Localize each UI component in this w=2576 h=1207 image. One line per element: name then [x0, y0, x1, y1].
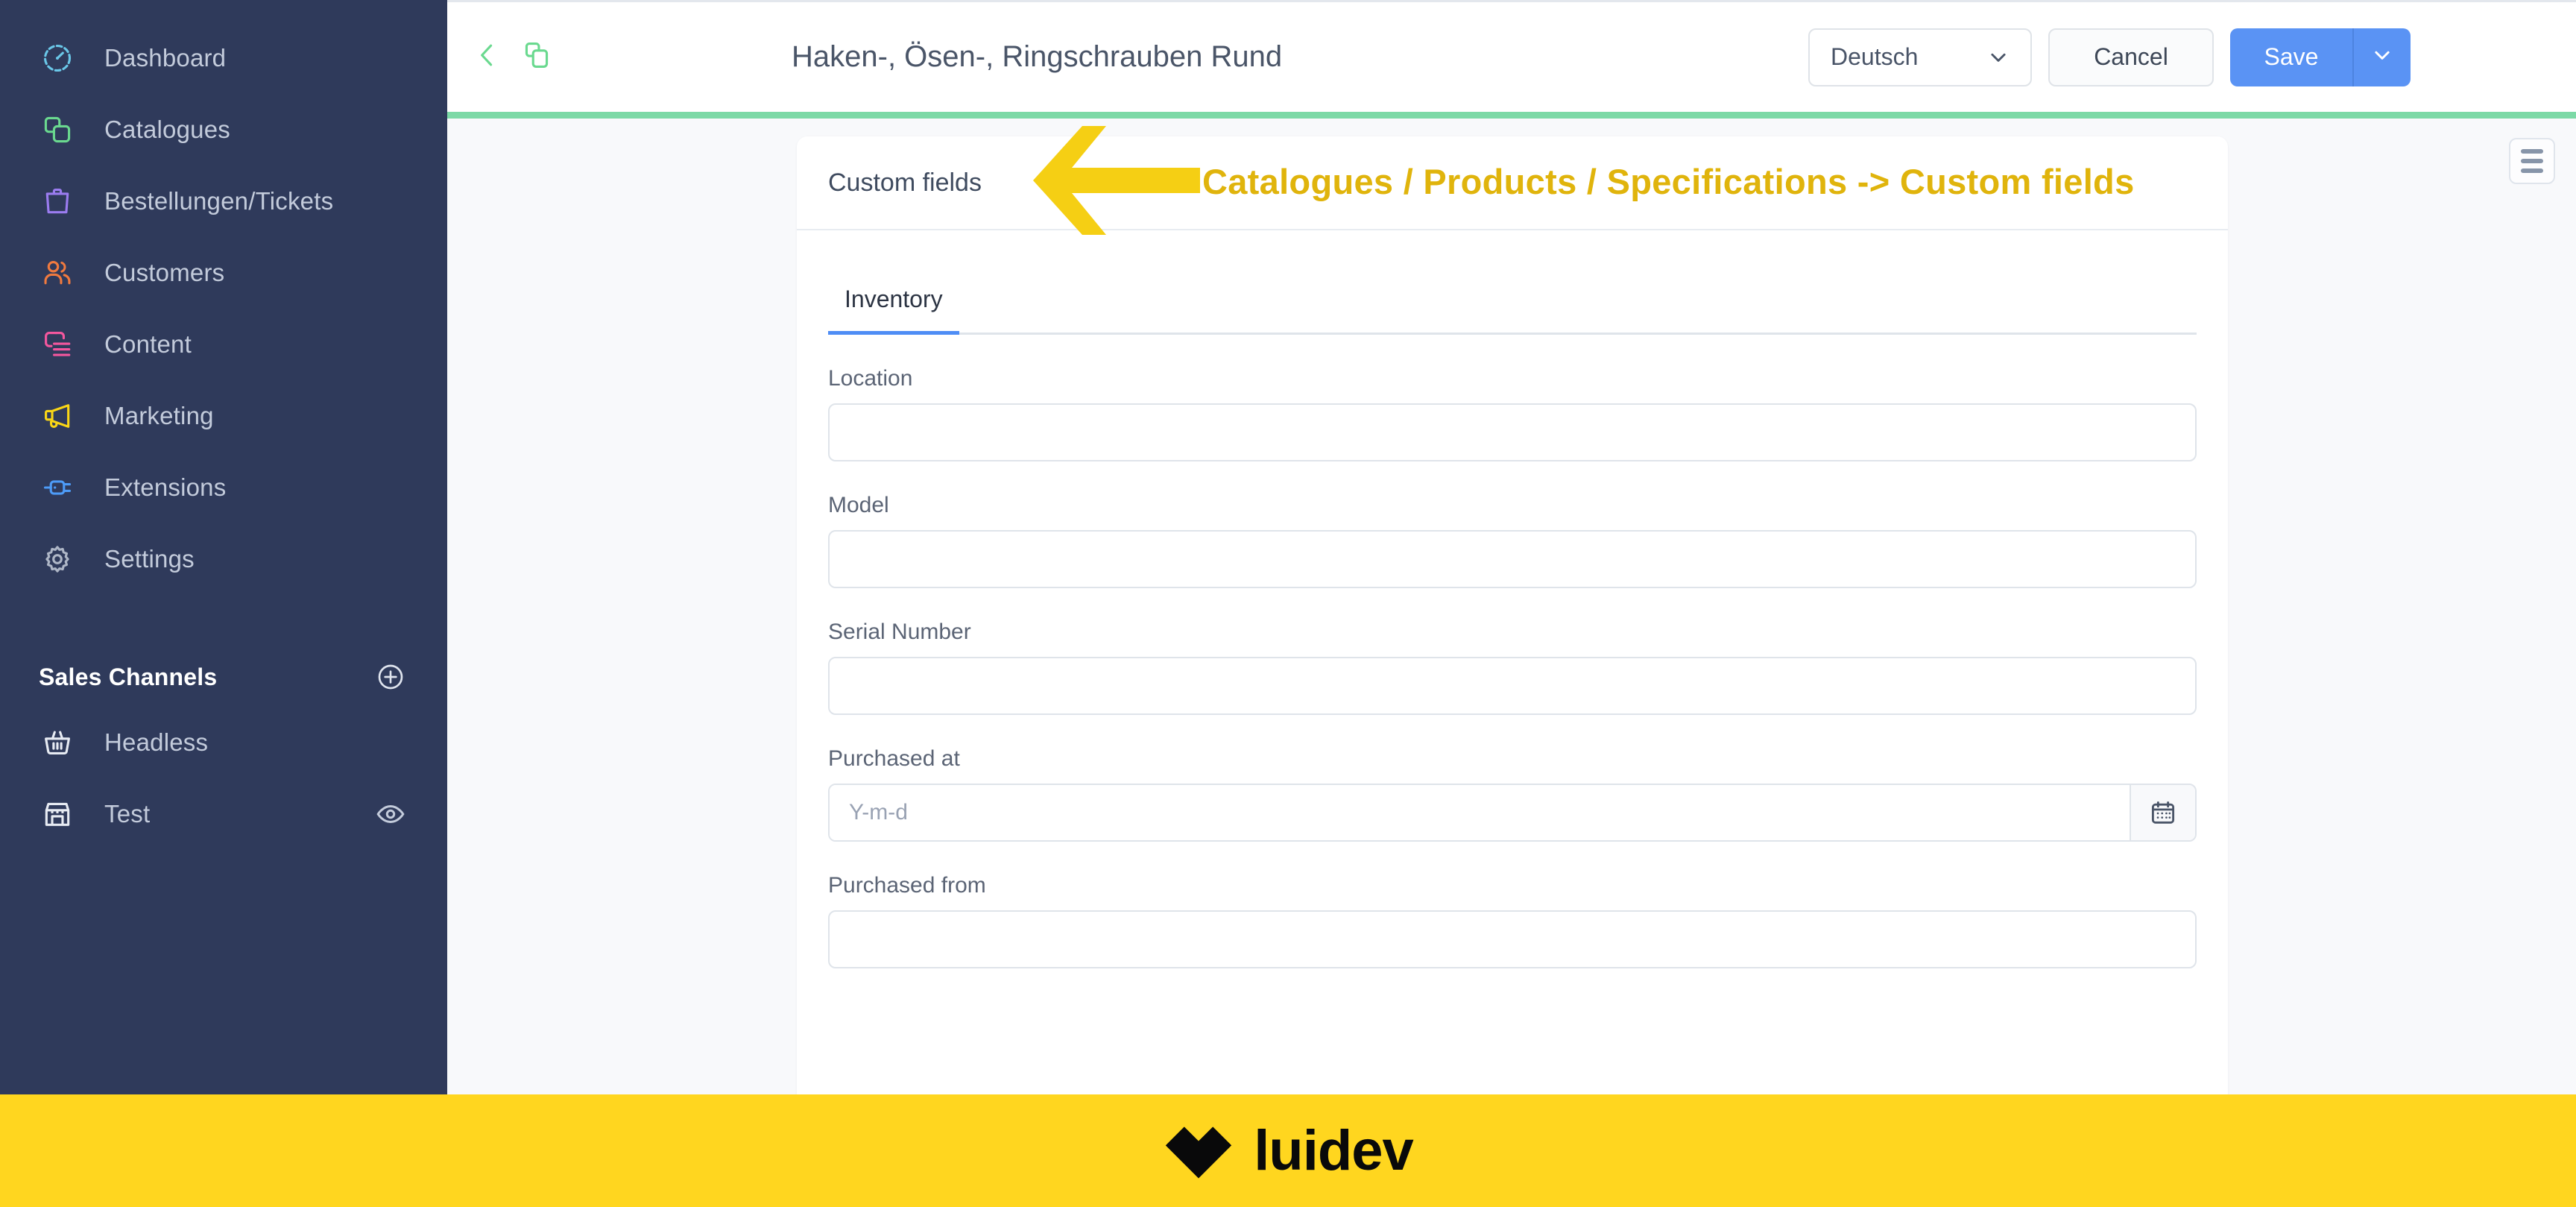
language-select-value: Deutsch — [1831, 43, 1919, 70]
sidebar-item-customers[interactable]: Customers — [0, 237, 447, 309]
sidebar-item-label: Content — [104, 330, 192, 358]
card-title: Custom fields — [828, 168, 982, 197]
calendar-icon[interactable] — [2130, 785, 2195, 840]
brand-banner: luidev — [0, 1094, 2576, 1207]
gauge-icon — [39, 40, 76, 77]
sidebar-item-label: Marketing — [104, 402, 214, 429]
brand-name: luidev — [1254, 1119, 1414, 1182]
main-content: Custom fields Inventory Location Model S… — [447, 119, 2576, 1094]
plug-icon — [39, 469, 76, 506]
app-root: Dashboard Catalogues Bestellungen/Ticket… — [0, 0, 2576, 1207]
field-serial-number: Serial Number — [828, 620, 2197, 715]
field-purchased-at: Purchased at — [828, 746, 2197, 842]
language-select[interactable]: Deutsch — [1808, 28, 2032, 86]
tab-bar: Inventory — [828, 260, 2197, 335]
heart-logo-icon — [1163, 1115, 1234, 1187]
sidebar-item-label: Settings — [104, 545, 195, 573]
sales-channels-section-header: Sales Channels — [0, 647, 447, 707]
save-dropdown-button[interactable] — [2352, 28, 2411, 86]
hamburger-icon-bar — [2521, 168, 2543, 173]
basket-icon — [39, 724, 76, 761]
save-button-group: Save — [2230, 28, 2411, 86]
copy-icon — [520, 39, 553, 75]
save-button[interactable]: Save — [2230, 28, 2352, 86]
eye-icon[interactable] — [374, 798, 407, 831]
field-purchased-from: Purchased from — [828, 873, 2197, 968]
sidebar-item-test[interactable]: Test — [0, 778, 447, 850]
menu-button[interactable] — [2509, 138, 2555, 184]
sidebar-item-bestellungen-tickets[interactable]: Bestellungen/Tickets — [0, 166, 447, 237]
sidebar-item-extensions[interactable]: Extensions — [0, 452, 447, 523]
field-location: Location — [828, 366, 2197, 461]
field-label: Purchased at — [828, 746, 960, 771]
users-icon — [39, 254, 76, 291]
storefront-icon — [39, 795, 76, 833]
plus-circle-icon[interactable] — [374, 661, 407, 693]
copy-icon — [39, 111, 76, 148]
sidebar-item-marketing[interactable]: Marketing — [0, 380, 447, 452]
sidebar-item-settings[interactable]: Settings — [0, 523, 447, 595]
card-body: Inventory Location Model Serial Number P… — [797, 230, 2228, 968]
chevron-down-icon — [2371, 44, 2393, 70]
field-label: Serial Number — [828, 620, 971, 644]
sidebar-item-label: Bestellungen/Tickets — [104, 187, 334, 215]
page-header: Haken-, Ösen-, Ringschrauben Rund Deutsc… — [447, 0, 2576, 112]
model-input[interactable] — [828, 530, 2197, 588]
chevron-left-icon — [471, 39, 504, 75]
back-button[interactable] — [467, 37, 508, 78]
sidebar-item-content[interactable]: Content — [0, 309, 447, 380]
hamburger-icon-bar — [2521, 159, 2543, 163]
gear-icon — [39, 541, 76, 578]
purchased-at-input-group — [828, 784, 2197, 842]
sidebar-item-label: Headless — [104, 728, 209, 756]
header-actions: Deutsch Cancel Save — [1808, 28, 2576, 86]
sidebar-item-label: Dashboard — [104, 44, 227, 72]
sidebar-item-headless[interactable]: Headless — [0, 707, 447, 778]
sidebar-item-dashboard[interactable]: Dashboard — [0, 22, 447, 94]
location-input[interactable] — [828, 403, 2197, 461]
bag-icon — [39, 183, 76, 220]
sidebar-item-label: Test — [104, 800, 151, 828]
chevron-down-icon — [1987, 46, 2010, 69]
serial-number-input[interactable] — [828, 657, 2197, 715]
cancel-button[interactable]: Cancel — [2048, 28, 2214, 86]
tab-inventory[interactable]: Inventory — [828, 286, 959, 335]
sidebar-item-label: Customers — [104, 259, 225, 286]
sidebar-item-label: Catalogues — [104, 116, 230, 143]
sidebar-item-label: Extensions — [104, 473, 227, 501]
field-label: Location — [828, 366, 913, 391]
field-model: Model — [828, 493, 2197, 588]
field-label: Purchased from — [828, 873, 986, 898]
hamburger-icon-bar — [2521, 149, 2543, 154]
field-label: Model — [828, 493, 889, 517]
custom-fields-card: Custom fields Inventory Location Model S… — [797, 136, 2228, 1094]
purchased-at-input[interactable] — [830, 785, 2130, 840]
sales-channels-title: Sales Channels — [39, 663, 218, 690]
sidebar: Dashboard Catalogues Bestellungen/Ticket… — [0, 0, 447, 1094]
purchased-from-input[interactable] — [828, 910, 2197, 968]
content-icon — [39, 326, 76, 363]
megaphone-icon — [39, 397, 76, 435]
card-header: Custom fields — [797, 136, 2228, 230]
duplicate-button[interactable] — [516, 37, 558, 78]
status-accent-bar — [447, 112, 2576, 119]
page-title: Haken-, Ösen-, Ringschrauben Rund — [792, 40, 1283, 73]
sidebar-item-catalogues[interactable]: Catalogues — [0, 94, 447, 166]
